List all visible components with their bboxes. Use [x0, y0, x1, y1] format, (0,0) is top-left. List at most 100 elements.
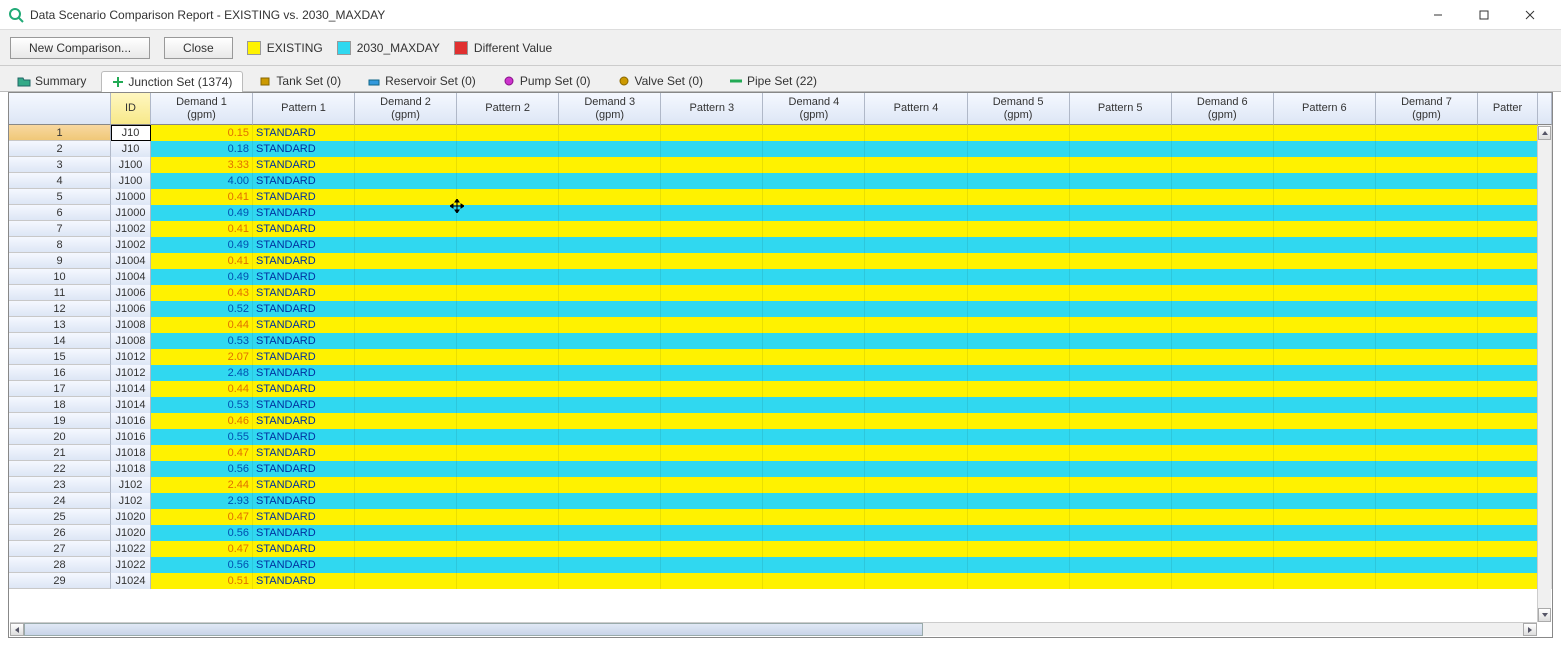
cell-id[interactable]: J1022 — [111, 557, 151, 573]
cell-empty[interactable] — [457, 125, 559, 141]
cell-pattern1[interactable]: STANDARD — [253, 173, 355, 189]
cell-empty[interactable] — [1376, 285, 1478, 301]
new-comparison-button[interactable]: New Comparison... — [10, 37, 150, 59]
cell-empty[interactable] — [763, 573, 865, 589]
cell-empty[interactable] — [1070, 413, 1172, 429]
row-number[interactable]: 5 — [9, 189, 111, 205]
row-number[interactable]: 18 — [9, 397, 111, 413]
cell-empty[interactable] — [1172, 189, 1274, 205]
row-number[interactable]: 12 — [9, 301, 111, 317]
cell-empty[interactable] — [1070, 285, 1172, 301]
cell-empty[interactable] — [763, 125, 865, 141]
cell-empty[interactable] — [763, 349, 865, 365]
row-number[interactable]: 17 — [9, 381, 111, 397]
cell-demand1[interactable]: 2.93 — [151, 493, 253, 509]
minimize-button[interactable] — [1415, 1, 1461, 29]
cell-empty[interactable] — [661, 573, 763, 589]
cell-pattern1[interactable]: STANDARD — [253, 125, 355, 141]
cell-empty[interactable] — [1478, 525, 1538, 541]
cell-pattern1[interactable]: STANDARD — [253, 541, 355, 557]
column-header[interactable]: Demand 3 (gpm) — [559, 93, 661, 125]
row-number[interactable]: 21 — [9, 445, 111, 461]
cell-empty[interactable] — [355, 189, 457, 205]
cell-empty[interactable] — [661, 285, 763, 301]
tab-pipe[interactable]: Pipe Set (22) — [718, 70, 828, 91]
row-number[interactable]: 16 — [9, 365, 111, 381]
cell-empty[interactable] — [1478, 269, 1538, 285]
cell-pattern1[interactable]: STANDARD — [253, 317, 355, 333]
cell-empty[interactable] — [457, 301, 559, 317]
cell-empty[interactable] — [763, 509, 865, 525]
cell-id[interactable]: J1014 — [111, 381, 151, 397]
cell-empty[interactable] — [865, 285, 967, 301]
cell-empty[interactable] — [1376, 365, 1478, 381]
cell-empty[interactable] — [1172, 317, 1274, 333]
cell-empty[interactable] — [865, 317, 967, 333]
cell-empty[interactable] — [355, 541, 457, 557]
cell-empty[interactable] — [865, 125, 967, 141]
cell-empty[interactable] — [661, 205, 763, 221]
cell-empty[interactable] — [1274, 461, 1376, 477]
cell-empty[interactable] — [1172, 269, 1274, 285]
cell-pattern1[interactable]: STANDARD — [253, 557, 355, 573]
cell-empty[interactable] — [661, 493, 763, 509]
close-report-button[interactable]: Close — [164, 37, 233, 59]
cell-empty[interactable] — [457, 509, 559, 525]
cell-empty[interactable] — [661, 301, 763, 317]
cell-empty[interactable] — [1478, 461, 1538, 477]
cell-demand1[interactable]: 2.48 — [151, 365, 253, 381]
row-number[interactable]: 10 — [9, 269, 111, 285]
tab-summary[interactable]: Summary — [6, 70, 97, 91]
cell-empty[interactable] — [1478, 157, 1538, 173]
cell-empty[interactable] — [355, 493, 457, 509]
cell-empty[interactable] — [661, 125, 763, 141]
cell-empty[interactable] — [1070, 461, 1172, 477]
cell-empty[interactable] — [968, 477, 1070, 493]
cell-empty[interactable] — [661, 141, 763, 157]
row-number[interactable]: 24 — [9, 493, 111, 509]
cell-empty[interactable] — [457, 173, 559, 189]
cell-empty[interactable] — [559, 445, 661, 461]
cell-id[interactable]: J1020 — [111, 509, 151, 525]
cell-empty[interactable] — [1274, 253, 1376, 269]
cell-empty[interactable] — [968, 125, 1070, 141]
cell-demand1[interactable]: 0.53 — [151, 397, 253, 413]
cell-empty[interactable] — [763, 157, 865, 173]
column-header[interactable]: Pattern 6 — [1274, 93, 1376, 125]
cell-empty[interactable] — [1274, 477, 1376, 493]
cell-empty[interactable] — [1478, 173, 1538, 189]
cell-empty[interactable] — [865, 189, 967, 205]
cell-empty[interactable] — [968, 157, 1070, 173]
cell-empty[interactable] — [457, 157, 559, 173]
cell-empty[interactable] — [968, 285, 1070, 301]
cell-empty[interactable] — [1274, 365, 1376, 381]
cell-demand1[interactable]: 0.51 — [151, 573, 253, 589]
cell-empty[interactable] — [1376, 461, 1478, 477]
cell-empty[interactable] — [457, 253, 559, 269]
cell-id[interactable]: J1018 — [111, 445, 151, 461]
cell-empty[interactable] — [1478, 317, 1538, 333]
row-number[interactable]: 11 — [9, 285, 111, 301]
cell-empty[interactable] — [1070, 525, 1172, 541]
cell-empty[interactable] — [1274, 413, 1376, 429]
cell-empty[interactable] — [865, 429, 967, 445]
cell-empty[interactable] — [1274, 237, 1376, 253]
cell-empty[interactable] — [1376, 269, 1478, 285]
cell-empty[interactable] — [865, 173, 967, 189]
cell-empty[interactable] — [355, 173, 457, 189]
cell-empty[interactable] — [763, 205, 865, 221]
cell-empty[interactable] — [1070, 381, 1172, 397]
cell-empty[interactable] — [1070, 541, 1172, 557]
cell-empty[interactable] — [1376, 557, 1478, 573]
cell-empty[interactable] — [1070, 509, 1172, 525]
cell-empty[interactable] — [661, 429, 763, 445]
cell-pattern1[interactable]: STANDARD — [253, 493, 355, 509]
cell-empty[interactable] — [968, 509, 1070, 525]
cell-id[interactable]: J1004 — [111, 253, 151, 269]
cell-empty[interactable] — [1274, 189, 1376, 205]
cell-empty[interactable] — [1274, 557, 1376, 573]
cell-empty[interactable] — [1172, 493, 1274, 509]
cell-empty[interactable] — [559, 333, 661, 349]
cell-empty[interactable] — [457, 141, 559, 157]
cell-empty[interactable] — [559, 141, 661, 157]
